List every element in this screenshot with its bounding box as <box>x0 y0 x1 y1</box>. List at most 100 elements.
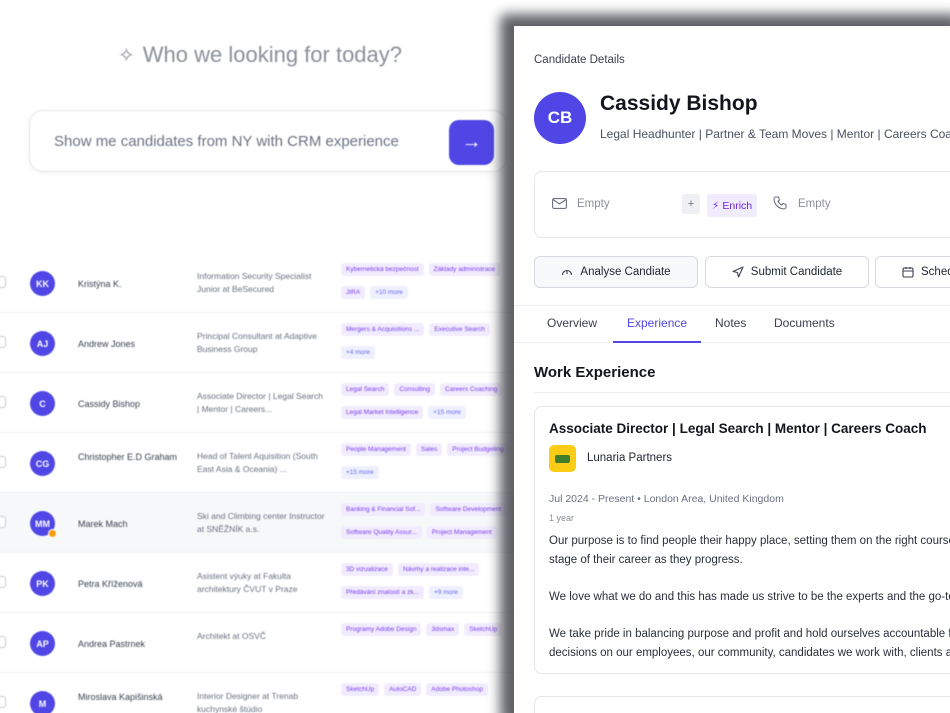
row-checkbox[interactable] <box>0 576 6 588</box>
section-title: Work Experience <box>534 364 656 381</box>
avatar-initials: CG <box>35 458 50 469</box>
skill-tag: Software Development <box>430 503 507 516</box>
skill-tag: AutoCAD <box>384 683 422 696</box>
search-heading-text: Who we looking for today? <box>142 42 403 67</box>
candidate-role: Head of Talent Aquisition (South East As… <box>197 451 318 474</box>
skill-tag: 3dsmax <box>426 623 460 636</box>
tab-overview[interactable]: Overview <box>547 316 597 330</box>
row-checkbox[interactable] <box>0 396 6 408</box>
tab-experience[interactable]: Experience <box>627 316 687 330</box>
enrich-label: Enrich <box>722 199 753 212</box>
row-checkbox[interactable] <box>0 276 6 288</box>
avatar: AP <box>30 631 55 656</box>
avatar: PK <box>30 571 55 596</box>
table-row[interactable]: AJ Andrew Jones Principal Consultant at Ad… <box>0 313 560 373</box>
candidate-list: KK Kristýna K. Information Security Specia… <box>0 253 560 713</box>
phone-icon <box>773 196 787 210</box>
avatar-initials: M <box>38 698 47 709</box>
skill-tag: People Management <box>341 443 411 456</box>
avatar: MM <box>30 511 57 538</box>
more-tags-badge: +15 more <box>341 466 379 479</box>
job-description-line: We love what we do and this has made us … <box>549 591 950 603</box>
row-checkbox[interactable] <box>0 636 6 648</box>
candidate-name: Marek Mach <box>78 519 128 529</box>
analyse-candidate-label: Analyse Candiate <box>580 266 671 278</box>
candidate-role: Asistent výuky at Fakulta architektury Č… <box>197 571 298 594</box>
company-name: Lunaria Partners <box>587 452 673 464</box>
experience-card <box>534 696 950 713</box>
candidate-details-panel: Candidate Details CB Cassidy Bishop Lega… <box>514 26 950 713</box>
enrich-button[interactable]: ⚡ Enrich <box>707 194 758 217</box>
skill-tag: SketchUp <box>341 683 380 696</box>
tab-documents[interactable]: Documents <box>774 316 835 330</box>
more-tags-badge: +9 more <box>428 586 464 599</box>
candidate-headline: Legal Headhunter | Partner & Team Moves … <box>600 127 950 141</box>
contact-info-card: Empty + ⚡ Enrich Empty <box>534 171 950 238</box>
skill-tag: Návrhy a realizace inte... <box>397 563 480 576</box>
skill-tag: JIRA <box>341 286 366 299</box>
arrow-right-icon: → <box>461 131 482 153</box>
sparkle-icon: ✧ <box>118 44 135 67</box>
skill-tag: Executive Search <box>429 323 490 336</box>
row-checkbox[interactable] <box>0 516 6 528</box>
table-row[interactable]: AP Andrea Pastrnek Architekt at OSVČ Progra… <box>0 613 560 673</box>
row-checkbox[interactable] <box>0 336 6 348</box>
candidate-tabs: Overview Experience Notes Documents <box>514 305 950 343</box>
schedule-button[interactable]: Schedule <box>875 256 950 288</box>
skill-tag: Mergers & Acquisitions ... <box>341 323 425 336</box>
skill-tag: SketchUp <box>464 623 503 636</box>
skill-tag: 3D vizualizace <box>341 563 393 576</box>
submit-candidate-button[interactable]: Submit Candidate <box>705 256 869 288</box>
table-row[interactable]: KK Kristýna K. Information Security Specia… <box>0 253 560 313</box>
avatar-initials: KK <box>36 278 49 289</box>
gauge-icon <box>562 269 573 276</box>
candidate-name: Cassidy Bishop <box>78 399 141 409</box>
job-description-line: decisions on our employees, our communit… <box>549 647 950 659</box>
avatar-initials: C <box>39 398 46 409</box>
candidate-name: Miroslava Kapišinská <box>78 692 163 702</box>
panel-label: Candidate Details <box>534 54 625 66</box>
skill-tag: Programy Adobe Design <box>341 623 422 636</box>
avatar: M <box>30 691 55 713</box>
more-tags-badge: +10 more <box>370 286 408 299</box>
job-description-line: We take pride in balancing purpose and p… <box>549 628 950 640</box>
status-badge <box>48 529 57 538</box>
candidate-role: Ski and Climbing center Instructor at SN… <box>197 511 325 534</box>
candidate-role: Principal Consultant at Adaptive Busines… <box>197 331 318 354</box>
skill-tag: Legal Search <box>341 383 390 396</box>
row-checkbox[interactable] <box>0 696 6 708</box>
skill-tag: Software Quality Assur... <box>341 526 422 539</box>
company-logo <box>549 445 576 472</box>
skill-tag: Banking & Financial Sof... <box>341 503 426 516</box>
table-row[interactable]: PK Petra Kříženová Asistent výuky at Fakul… <box>0 553 560 613</box>
table-row[interactable]: M Miroslava Kapišinská Interior Designer a… <box>0 673 560 713</box>
avatar: CB <box>534 92 586 144</box>
table-row[interactable]: C Cassidy Bishop Associate Director | Lega… <box>0 373 560 433</box>
tab-notes[interactable]: Notes <box>715 316 746 330</box>
active-tab-indicator <box>613 341 701 343</box>
search-placeholder: Show me candidates from NY with CRM expe… <box>54 133 399 150</box>
avatar-initials: AP <box>36 638 49 649</box>
phone-value: Empty <box>798 198 831 210</box>
schedule-label: Schedule <box>921 266 950 278</box>
table-row[interactable]: MM Marek Mach Ski and Climbing center Inst… <box>0 493 560 553</box>
add-contact-button[interactable]: + <box>682 194 700 214</box>
candidate-role: Interior Designer at Trenab kuchynské št… <box>197 691 299 713</box>
mail-icon <box>552 198 567 209</box>
ai-search-input[interactable]: Show me candidates from NY with CRM expe… <box>29 110 507 172</box>
job-description-line: Our purpose is to find people their happ… <box>549 535 950 547</box>
candidate-name: Cassidy Bishop <box>600 92 758 115</box>
avatar-initials: AJ <box>36 338 49 349</box>
submit-search-button[interactable]: → <box>449 120 494 165</box>
table-row[interactable]: CG Christopher E.D Graham Head of Talent A… <box>0 433 560 493</box>
avatar-initials: PK <box>36 578 49 589</box>
job-duration: 1 year <box>549 513 575 523</box>
analyse-candidate-button[interactable]: Analyse Candiate <box>534 256 698 288</box>
more-tags-badge: +15 more <box>428 406 466 419</box>
row-checkbox[interactable] <box>0 456 6 468</box>
candidate-name: Petra Kříženová <box>78 579 143 589</box>
candidate-role: Information Security Specialist Junior a… <box>197 271 312 294</box>
avatar: C <box>30 391 55 416</box>
candidate-name: Andrew Jones <box>78 339 136 349</box>
skill-tag: Project Management <box>426 526 497 539</box>
